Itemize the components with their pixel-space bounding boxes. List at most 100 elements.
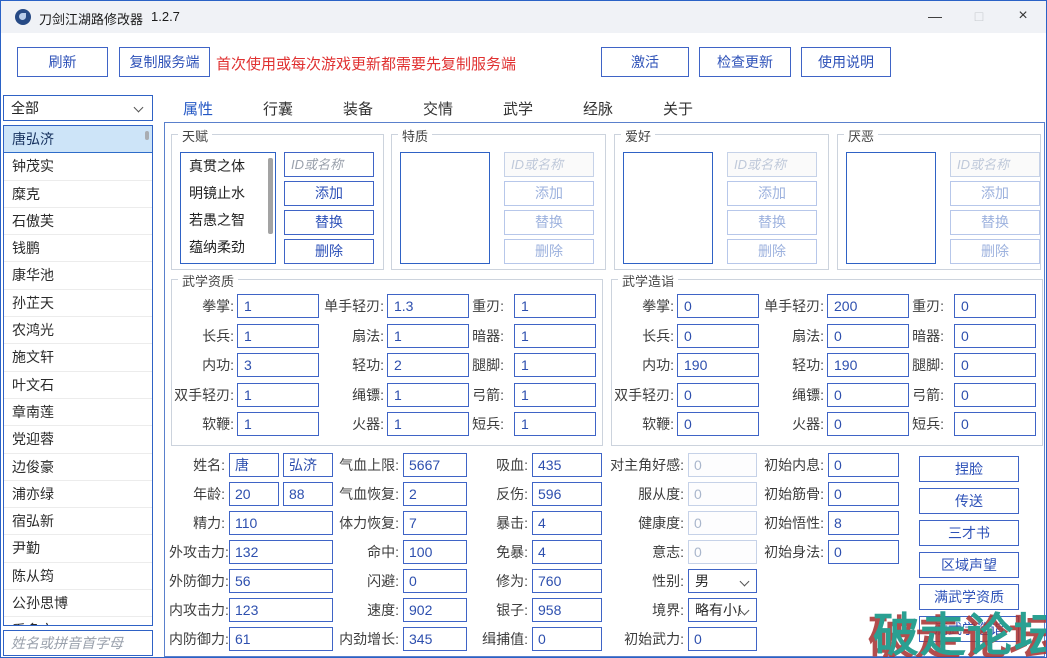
stat-input[interactable] [283,453,333,477]
attainment-input[interactable] [954,324,1036,348]
tab-1[interactable]: 属性 [181,98,215,121]
list-item-character[interactable]: 农鸿光 [4,317,152,344]
list-item-character[interactable]: 糜克 [4,181,152,208]
list-item-character[interactable]: 章南莲 [4,399,152,426]
maximize-button[interactable]: □ [957,1,1001,33]
tab-3[interactable]: 装备 [341,98,375,121]
tab-4[interactable]: 交情 [421,98,455,121]
list-item-character[interactable]: 公孙思博 [4,590,152,617]
tag-list-item[interactable]: 若愚之智 [181,207,275,234]
group-box: 天赋真贯之体明镜止水若愚之智蕴纳柔劲添加替换删除 [171,134,384,270]
filter-dropdown[interactable]: 全部 [3,95,153,121]
stat-input[interactable] [229,511,333,535]
face-edit-button[interactable]: 捏脸 [919,456,1019,482]
stat-input[interactable] [229,540,333,564]
list-item-character[interactable]: 浦亦绿 [4,481,152,508]
stat-input[interactable] [403,627,467,651]
tab-6[interactable]: 经脉 [581,98,615,121]
list-item-character[interactable]: 唐弘济 [4,126,152,153]
aptitude-input[interactable] [514,324,596,348]
stat-label: 腿脚: [442,353,504,377]
list-item-character[interactable]: 党迎蓉 [4,426,152,453]
list-item-character[interactable]: 叶文石 [4,372,152,399]
max-aptitude-button[interactable]: 满武学资质 [919,584,1019,610]
tag-list-item[interactable]: 明镜止水 [181,180,275,207]
add-button[interactable]: 添加 [284,181,374,206]
chevron-down-icon [134,103,144,113]
aptitude-input[interactable] [514,353,596,377]
character-list[interactable]: 唐弘济钟茂实糜克石傲芙钱鹏康华池孙芷天农鸿光施文轩叶文石章南莲党迎蓉边俊豪浦亦绿… [3,125,153,626]
list-item-character[interactable]: 乔多文 [4,617,152,626]
list-item-character[interactable]: 宿弘新 [4,508,152,535]
tag-id-input[interactable] [504,152,594,177]
stat-input[interactable] [403,511,467,535]
list-item-character[interactable]: 陈从筠 [4,563,152,590]
list-item-character[interactable]: 钱鹏 [4,235,152,262]
attainment-input[interactable] [954,294,1036,318]
tag-id-input[interactable] [950,152,1040,177]
stat-input[interactable] [403,598,467,622]
stat-input[interactable] [403,482,467,506]
tab-2[interactable]: 行囊 [261,98,295,121]
attainment-input[interactable] [954,383,1036,407]
stat-input[interactable] [229,453,279,477]
delete-button[interactable]: 删除 [284,239,374,264]
tag-listbox[interactable] [846,152,936,264]
stat-input[interactable] [828,511,899,535]
tag-id-input[interactable] [284,152,374,177]
tag-listbox[interactable] [400,152,490,264]
list-item-character[interactable]: 边俊豪 [4,454,152,481]
tab-5[interactable]: 武学 [501,98,535,121]
manual-button[interactable]: 使用说明 [801,47,891,77]
stat-input[interactable] [828,482,899,506]
app-version: 1.2.7 [151,9,180,24]
list-scrollbar-thumb[interactable] [145,131,149,140]
region-reputation-button[interactable]: 区域声望 [919,552,1019,578]
stat-label: 年龄: [169,482,225,506]
stat-select[interactable]: 略有小成 [688,598,757,622]
close-button[interactable]: × [1001,1,1045,33]
stat-select[interactable]: 男 [688,569,757,593]
tag-id-input[interactable] [727,152,817,177]
stat-input[interactable] [688,627,757,651]
tab-7[interactable]: 关于 [661,98,695,121]
aptitude-input[interactable] [514,383,596,407]
stat-input[interactable] [283,482,333,506]
tag-listbox[interactable]: 真贯之体明镜止水若愚之智蕴纳柔劲 [180,152,276,264]
list-item-character[interactable]: 石傲芙 [4,208,152,235]
list-item-character[interactable]: 康华池 [4,262,152,289]
check-update-button[interactable]: 检查更新 [699,47,791,77]
max-attainment-button[interactable]: 满武学造诣 [919,616,1019,642]
tag-list-item[interactable]: 蕴纳柔劲 [181,234,275,261]
teleport-button[interactable]: 传送 [919,488,1019,514]
list-item-character[interactable]: 钟茂实 [4,153,152,180]
list-item-character[interactable]: 施文轩 [4,344,152,371]
stat-input[interactable] [828,540,899,564]
stat-input[interactable] [403,569,467,593]
stat-input[interactable] [403,540,467,564]
aptitude-input[interactable] [514,294,596,318]
stat-row: 意志: [592,540,757,564]
search-input[interactable] [3,630,153,656]
stat-input[interactable] [229,482,279,506]
listbox-scrollbar-thumb[interactable] [268,158,273,234]
aptitude-input[interactable] [514,412,596,436]
sancai-book-button[interactable]: 三才书 [919,520,1019,546]
list-item-character[interactable]: 孙芷天 [4,290,152,317]
stat-label: 单手轻刃: [740,294,824,318]
replace-button[interactable]: 替换 [284,210,374,235]
tag-list-item[interactable]: 真贯之体 [181,153,275,180]
attainment-input[interactable] [954,412,1036,436]
copy-server-button[interactable]: 复制服务端 [119,47,210,77]
stat-input[interactable] [229,627,333,651]
refresh-button[interactable]: 刷新 [17,47,108,77]
stat-input[interactable] [229,569,333,593]
tag-listbox[interactable] [623,152,713,264]
list-item-character[interactable]: 尹勤 [4,535,152,562]
stat-input[interactable] [229,598,333,622]
attainment-input[interactable] [954,353,1036,377]
stat-input[interactable] [403,453,467,477]
stat-input[interactable] [828,453,899,477]
minimize-button[interactable]: — [913,1,957,33]
activate-button[interactable]: 激活 [601,47,689,77]
